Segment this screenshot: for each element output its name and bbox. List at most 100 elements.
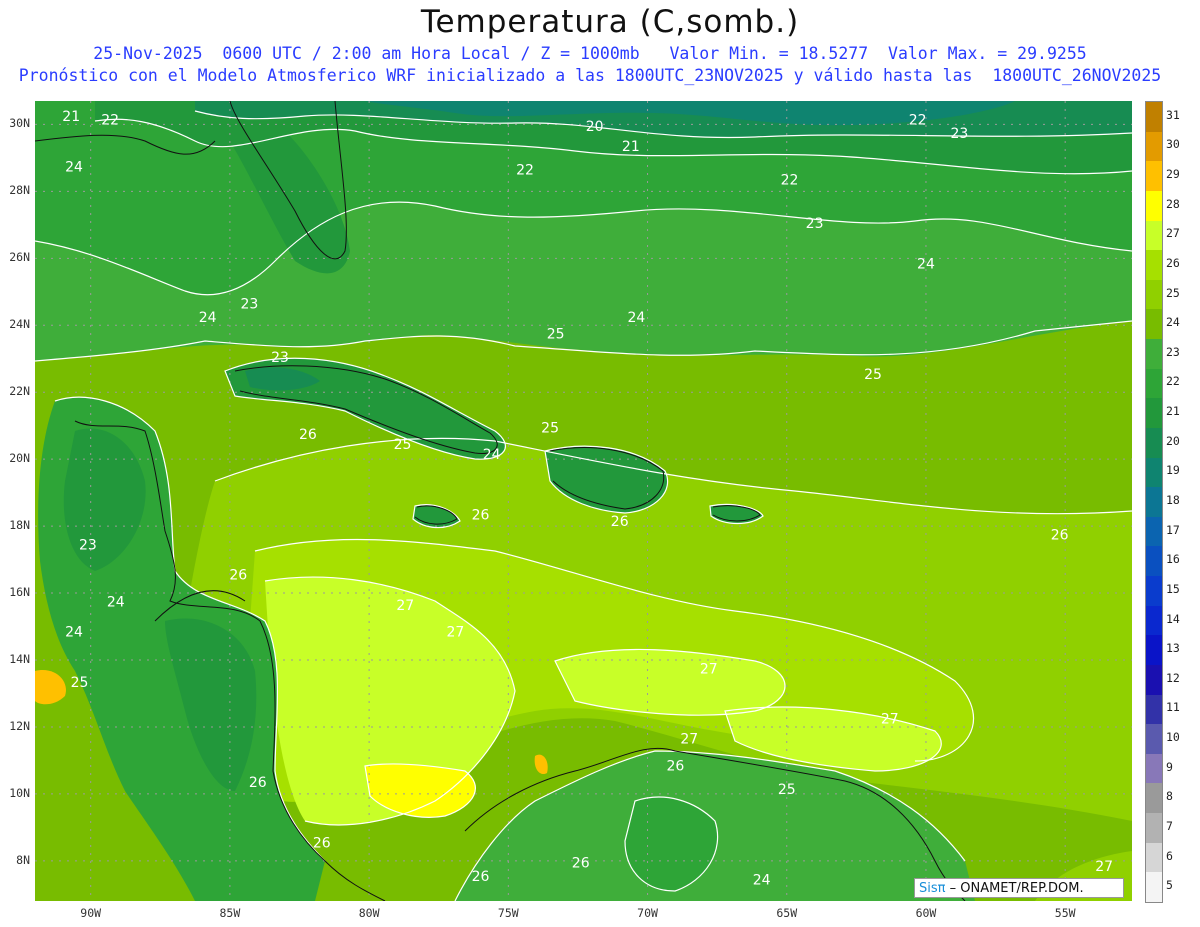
color-scale-label: 22 [1166, 374, 1180, 389]
color-scale-cell [1146, 724, 1162, 755]
color-scale-cell [1146, 250, 1162, 281]
color-scale-label: 14 [1166, 611, 1180, 626]
color-scale-label: 23 [1166, 344, 1180, 359]
color-scale-label: 20 [1166, 433, 1180, 448]
contour-label: 27 [680, 732, 698, 748]
contour-label: 23 [806, 216, 824, 232]
lat-tick-label: 8N [16, 852, 30, 867]
color-scale-label: 25 [1166, 285, 1180, 300]
color-scale-cell [1146, 220, 1162, 251]
color-scale-label: 8 [1166, 789, 1173, 804]
contour-label: 26 [472, 869, 490, 885]
contour-label: 24 [199, 310, 217, 326]
lon-tick-label: 70W [637, 906, 658, 920]
contour-label: 22 [909, 112, 927, 128]
lat-tick-label: 18N [9, 518, 30, 533]
contour-label: 26 [313, 835, 331, 851]
color-scale-label: 24 [1166, 315, 1180, 330]
lon-tick-label: 80W [358, 906, 380, 920]
lat-tick-label: 14N [9, 651, 30, 666]
color-scale-cell [1146, 872, 1162, 903]
contour-label: 21 [622, 139, 640, 155]
color-scale-label: 30 [1166, 137, 1180, 152]
color-scale-label: 31 [1166, 107, 1180, 122]
contour-label: 22 [101, 112, 119, 128]
color-scale-label: 18 [1166, 493, 1180, 507]
lat-tick-label: 10N [9, 785, 30, 800]
contour-label: 26 [299, 427, 317, 443]
contour-label: 24 [107, 594, 125, 610]
credit-box: Sisπ – ONAMET/REP.DOM. [914, 878, 1124, 898]
contour-label: 22 [516, 163, 534, 179]
color-scale-label: 5 [1166, 878, 1173, 893]
color-scale-label: 6 [1166, 848, 1173, 863]
contour-label: 24 [627, 310, 645, 326]
color-scale-label: 16 [1166, 552, 1180, 567]
color-scale-bar [1145, 101, 1163, 903]
contour-label: 24 [65, 159, 83, 175]
lon-tick-label: 90W [80, 906, 102, 920]
contour-label: 26 [611, 514, 629, 530]
contour-label: 26 [1051, 527, 1069, 543]
lat-tick-label: 30N [9, 116, 30, 131]
contour-label: 26 [229, 568, 247, 584]
contour-label: 23 [240, 297, 258, 313]
contour-label: 25 [394, 437, 412, 453]
color-scale-label: 11 [1166, 700, 1180, 715]
contour-label: 27 [881, 712, 899, 728]
contour-label: 23 [271, 350, 289, 366]
model-info-line: Pronóstico con el Modelo Atmosferico WRF… [18, 66, 1162, 85]
contour-label: 25 [541, 420, 559, 436]
lat-tick-label: 22N [9, 384, 30, 399]
color-scale-label: 13 [1166, 641, 1180, 656]
contour-label: 25 [547, 327, 565, 343]
lat-tick-label: 28N [9, 183, 30, 198]
color-scale-cell [1146, 190, 1162, 221]
contour-label: 22 [781, 173, 799, 189]
color-scale-cell [1146, 339, 1162, 370]
color-scale-cell [1146, 309, 1162, 340]
lat-tick-label: 26N [9, 250, 30, 265]
temperature-map[interactable]: 21 22 24 20 21 22 23 22 22 23 24 23 24 24 25 23 25 26 25 24… [35, 101, 1132, 901]
color-scale-cell [1146, 457, 1162, 488]
lon-tick-label: 65W [776, 906, 798, 920]
lat-tick-label: 20N [9, 451, 30, 466]
color-scale-cell [1146, 487, 1162, 518]
color-scale-cell [1146, 427, 1162, 458]
color-scale-cell [1146, 783, 1162, 814]
lon-tick-label: 75W [497, 906, 519, 920]
contour-label: 26 [666, 758, 684, 774]
lon-tick-label: 60W [915, 906, 937, 920]
color-scale-label: 15 [1166, 581, 1180, 596]
color-scale-label: 28 [1166, 196, 1180, 211]
color-scale-cell [1146, 398, 1162, 429]
color-scale-label: 17 [1166, 522, 1180, 537]
color-scale-label: 12 [1166, 670, 1180, 685]
contour-label: 21 [62, 109, 80, 125]
color-scale-cell [1146, 516, 1162, 547]
contour-label: 23 [79, 538, 97, 554]
color-scale-cell [1146, 605, 1162, 636]
valid-time-line: 25-Nov-2025 0600 UTC / 2:00 am Hora Loca… [93, 44, 1087, 63]
contour-label: 26 [249, 775, 267, 791]
contour-label: 24 [483, 447, 501, 463]
contour-label: 24 [65, 625, 83, 641]
color-scale-label: 21 [1166, 404, 1180, 419]
color-scale-label: 27 [1166, 226, 1180, 241]
lat-tick-label: 24N [9, 317, 30, 332]
onamet-credit: – ONAMET/REP.DOM. [945, 881, 1084, 896]
color-scale-label: 9 [1166, 759, 1173, 774]
lon-tick-label: 85W [219, 906, 241, 920]
color-scale-cell [1146, 635, 1162, 666]
color-scale-cell [1146, 279, 1162, 310]
color-scale-cell [1146, 161, 1162, 192]
map-title: Temperatura (C,somb.) [420, 4, 800, 40]
contour-label: 24 [917, 256, 935, 272]
contour-label: 26 [572, 856, 590, 872]
color-scale-cell [1146, 546, 1162, 577]
contour-label: 27 [700, 661, 718, 677]
contour-label: 25 [778, 782, 796, 798]
contour-label: 23 [950, 126, 968, 142]
lon-tick-label: 55W [1054, 906, 1076, 920]
contour-label: 25 [71, 675, 89, 691]
